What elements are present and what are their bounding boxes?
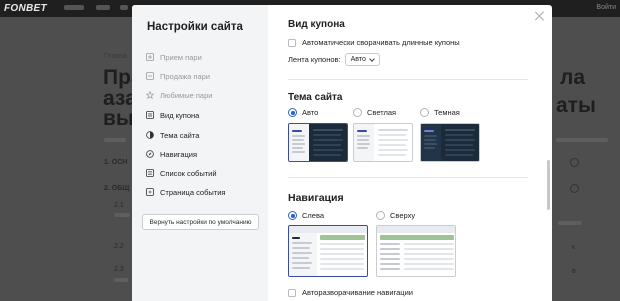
- reset-defaults-button[interactable]: Вернуть настройки по умолчанию: [142, 214, 259, 230]
- coupon-feed-row: Лента купонов: Авто: [288, 53, 380, 66]
- coupon-feed-select[interactable]: Авто: [344, 53, 380, 66]
- navigation-icon: [146, 150, 154, 158]
- theme-dark-radio[interactable]: [420, 108, 429, 117]
- sidebar-item-sell-bets[interactable]: Продажа пари: [146, 70, 210, 82]
- nav-link[interactable]: [64, 5, 84, 10]
- breadcrumb: Главна: [104, 53, 127, 60]
- chevron-down-icon: [369, 55, 375, 62]
- theme-icon: [146, 131, 154, 139]
- page-heading-3: вы: [103, 107, 134, 130]
- page-heading-right-1: ла: [560, 66, 586, 89]
- sidebar-item-navigation[interactable]: Навигация: [146, 148, 197, 160]
- auto-collapse-option[interactable]: Автоматически сворачивать длинные купоны: [288, 38, 460, 47]
- auto-expand-navigation-option[interactable]: Авторазворачивание навигации: [288, 288, 413, 297]
- page-heading-right-2: аты: [556, 94, 596, 117]
- settings-content: Вид купона Автоматически сворачивать дли…: [268, 5, 552, 301]
- theme-option-auto[interactable]: Авто: [288, 108, 318, 117]
- coupon-view-title: Вид купона: [288, 19, 345, 30]
- sidebar-item-event-page[interactable]: Страница события: [146, 186, 225, 198]
- divider: [288, 177, 528, 178]
- list-item: 2. ОБЩ: [104, 185, 130, 192]
- navigation-option-left[interactable]: Слева: [288, 211, 324, 220]
- coupon-view-icon: [146, 111, 154, 119]
- site-logo: FONBET: [4, 3, 47, 14]
- divider: [288, 79, 528, 80]
- sidebar-item-accept-bets[interactable]: Прием пари: [146, 51, 202, 63]
- events-list-icon: [146, 169, 154, 177]
- site-theme-title: Тема сайта: [288, 92, 343, 103]
- auto-collapse-checkbox[interactable]: [288, 38, 296, 47]
- coupon-add-icon: [146, 53, 154, 61]
- navigation-top-preview[interactable]: [376, 225, 456, 277]
- auto-expand-navigation-checkbox[interactable]: [288, 288, 296, 297]
- coupon-feed-label: Лента купонов:: [288, 55, 341, 64]
- sidebar-item-favorite-bets[interactable]: Любимые пари: [145, 89, 212, 101]
- settings-title: Настройки сайта: [147, 21, 243, 33]
- navigation-option-top[interactable]: Сверху: [376, 211, 415, 220]
- theme-option-light[interactable]: Светлая: [353, 108, 396, 117]
- site-settings-modal: Настройки сайта Прием пари Продажа пари …: [132, 5, 552, 301]
- navigation-top-radio[interactable]: [376, 211, 385, 220]
- nav-link[interactable]: [120, 5, 128, 10]
- list-item: 1. ОСН: [104, 159, 128, 166]
- nav-link[interactable]: [96, 5, 110, 10]
- star-icon: [145, 90, 155, 100]
- event-page-icon: [146, 188, 154, 196]
- theme-light-preview[interactable]: [353, 123, 413, 162]
- modal-scrollbar[interactable]: [547, 160, 550, 210]
- theme-light-radio[interactable]: [353, 108, 362, 117]
- expand-icon[interactable]: [570, 184, 579, 193]
- theme-option-dark[interactable]: Темная: [420, 108, 460, 117]
- navigation-title: Навигация: [288, 192, 344, 204]
- login-link[interactable]: Войти: [596, 4, 616, 11]
- sidebar-item-site-theme[interactable]: Тема сайта: [146, 129, 199, 141]
- theme-auto-radio[interactable]: [288, 108, 297, 117]
- sidebar-item-coupon-view[interactable]: Вид купона: [146, 109, 199, 121]
- theme-auto-preview[interactable]: [288, 123, 348, 162]
- navigation-left-radio[interactable]: [288, 211, 297, 220]
- navigation-left-preview[interactable]: [288, 225, 368, 277]
- theme-dark-preview[interactable]: [420, 123, 480, 162]
- settings-sidebar: Настройки сайта Прием пари Продажа пари …: [132, 5, 268, 301]
- sell-icon: [146, 72, 154, 80]
- expand-icon[interactable]: [570, 158, 579, 167]
- sidebar-item-events-list[interactable]: Список событий: [146, 167, 217, 179]
